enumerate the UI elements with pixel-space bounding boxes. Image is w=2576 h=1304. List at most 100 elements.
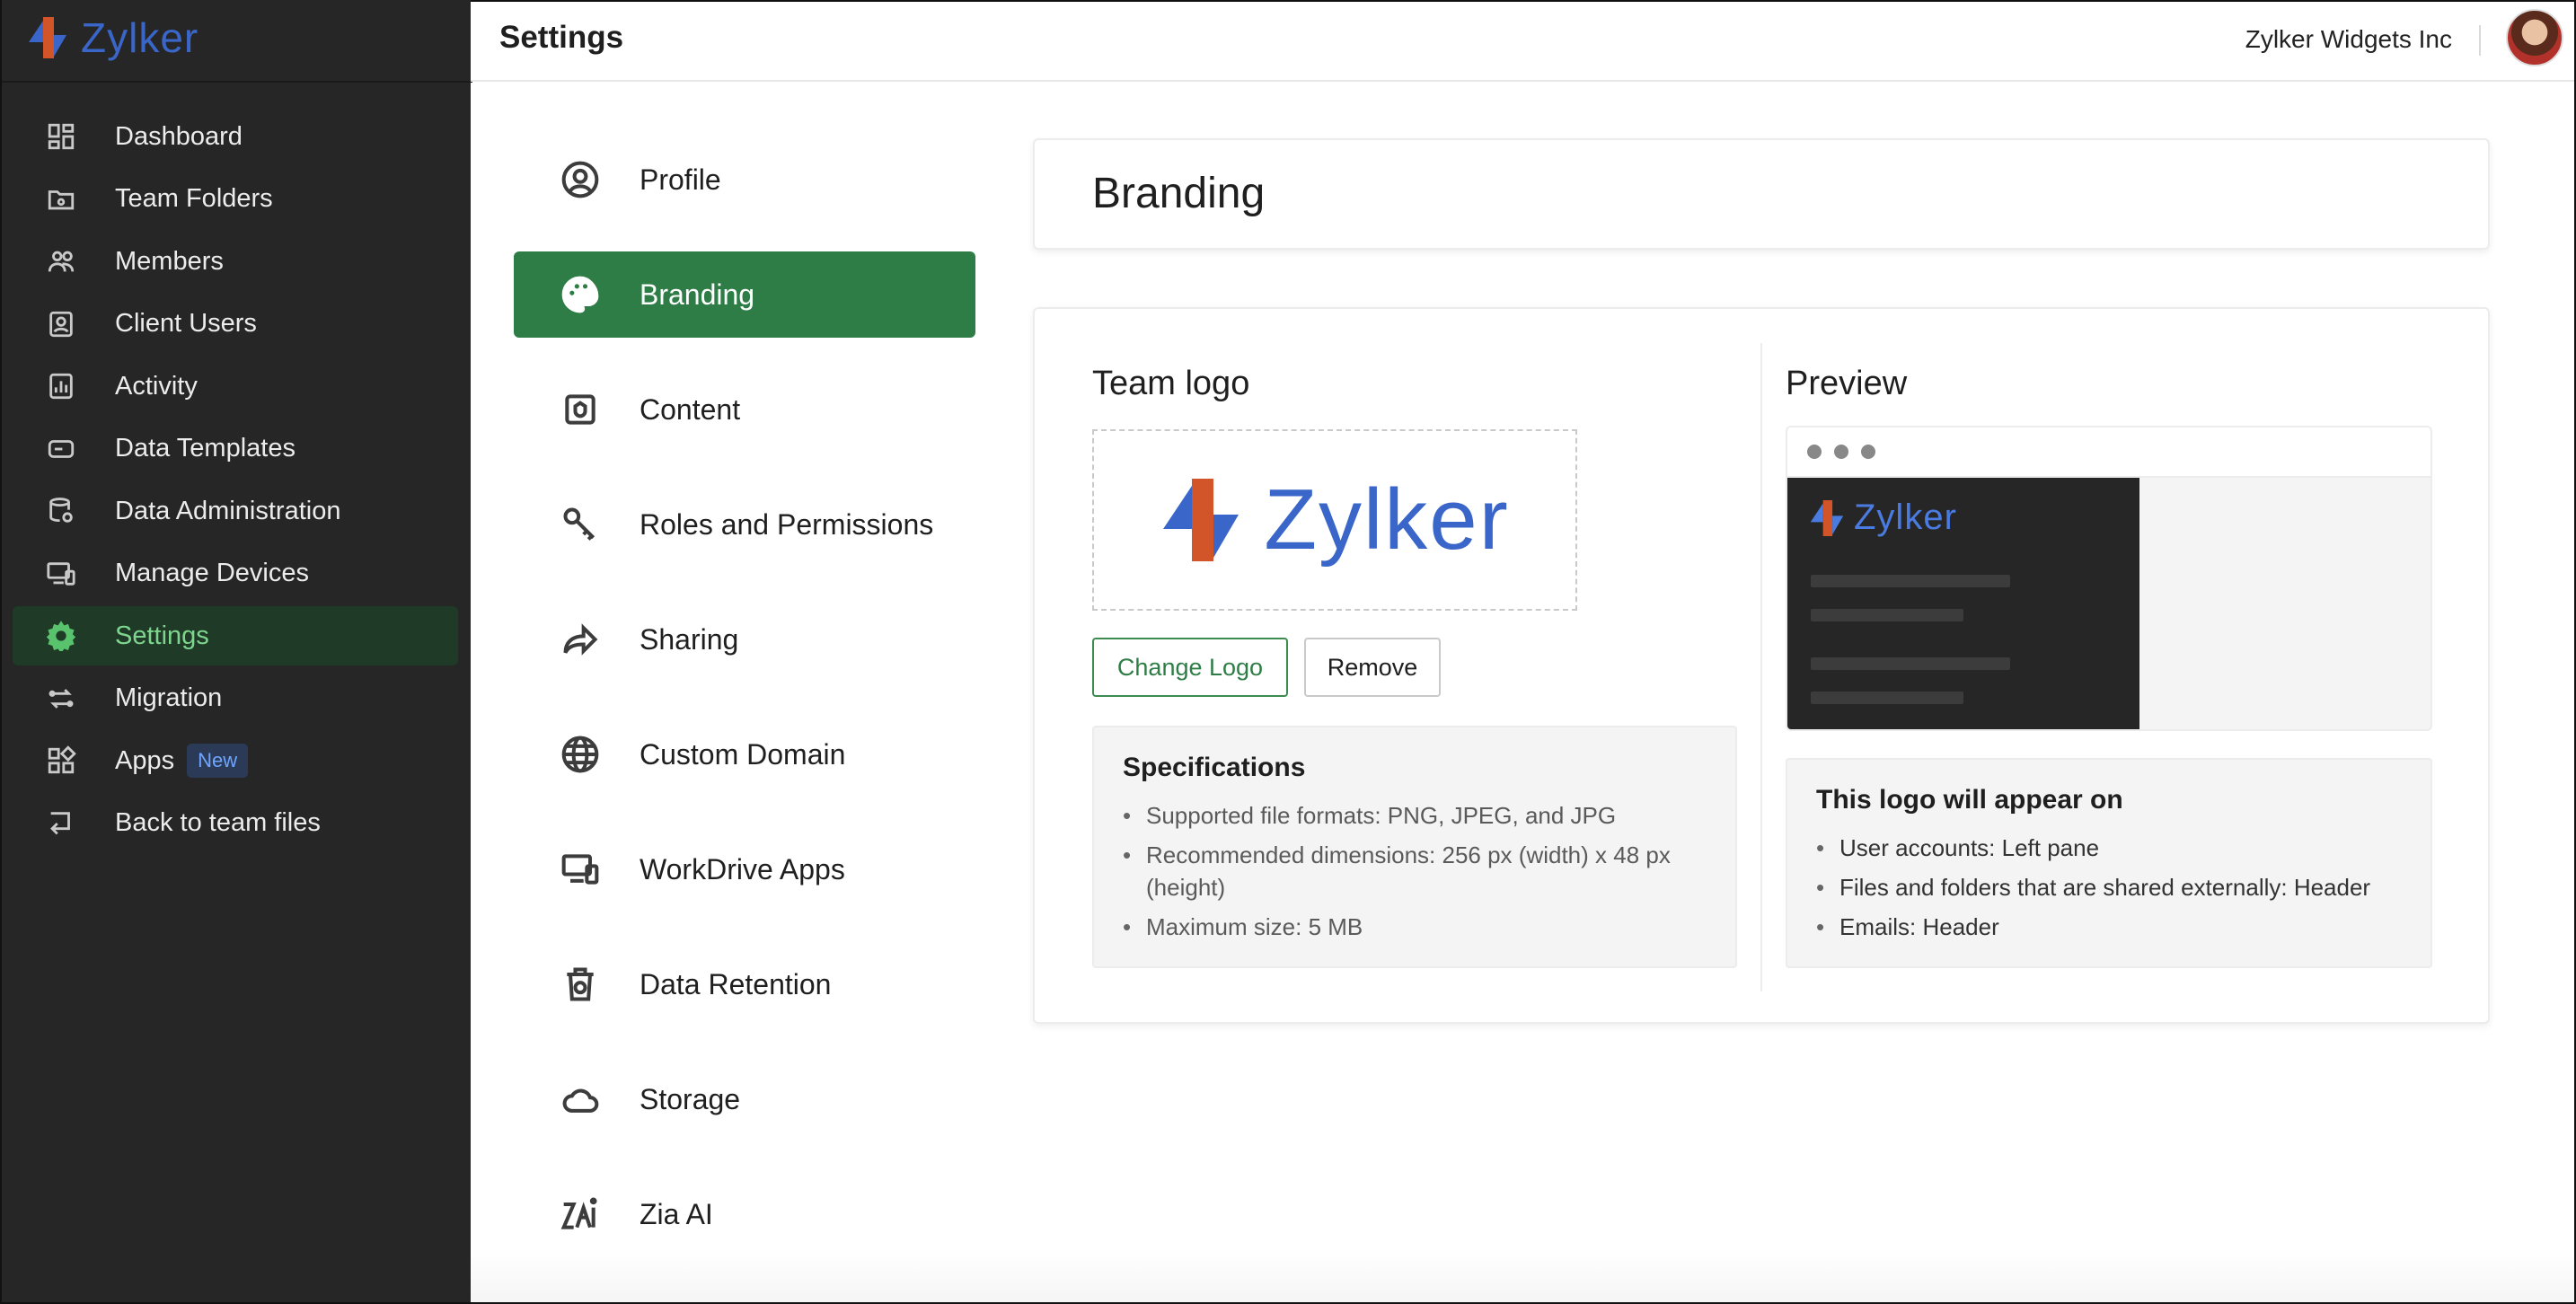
sidebar-divider: [2, 81, 472, 83]
remove-logo-button[interactable]: Remove: [1304, 638, 1441, 697]
avatar[interactable]: [2506, 9, 2563, 66]
settings-item-label: Storage: [640, 1082, 741, 1115]
logo-appears-on-box: This logo will appear on User accounts: …: [1786, 758, 2432, 968]
placeholder-bar: [1811, 575, 2010, 587]
logo-preview-window: Zylker: [1786, 426, 2432, 731]
sidebar-item-data-templates[interactable]: Data Templates: [13, 419, 458, 479]
preview-title: Preview: [1786, 365, 1908, 402]
org-switcher[interactable]: Zylker Widgets Inc: [2245, 25, 2452, 54]
client-users-icon: [45, 308, 77, 340]
team-logo-title: Team logo: [1092, 365, 1250, 402]
settings-item-content[interactable]: Content: [514, 366, 975, 453]
settings-item-label: Content: [640, 392, 741, 426]
devices-icon: [559, 848, 602, 891]
profile-icon: [559, 158, 602, 201]
settings-item-label: Data Retention: [640, 967, 832, 1000]
window-dot-icon: [1834, 445, 1848, 459]
zylker-logo-icon: [1810, 499, 1844, 536]
settings-item-data-retention[interactable]: Data Retention: [514, 941, 975, 1027]
members-icon: [45, 245, 77, 278]
team-logo-preview: Zylker: [1092, 429, 1577, 611]
team-folder-icon: [45, 183, 77, 216]
settings-item-label: Branding: [640, 278, 755, 311]
sidebar-item-members[interactable]: Members: [13, 232, 458, 291]
sidebar-item-label: Back to team files: [115, 808, 321, 837]
activity-icon: [45, 370, 77, 402]
settings-item-label: Custom Domain: [640, 737, 846, 771]
sidebar-item-migration[interactable]: Migration: [13, 669, 458, 728]
specifications-box: Specifications Supported file formats: P…: [1092, 726, 1737, 968]
settings-item-label: Sharing: [640, 622, 739, 656]
list-item: User accounts: Left pane: [1816, 832, 2402, 864]
placeholder-bar: [1811, 657, 2010, 670]
content-icon: [559, 388, 602, 431]
specifications-title: Specifications: [1123, 753, 1306, 782]
sidebar-item-label: Data Templates: [115, 434, 296, 463]
sidebar-item-label: Dashboard: [115, 121, 243, 151]
bottom-shadow: [471, 1248, 2576, 1304]
settings-item-label: WorkDrive Apps: [640, 852, 845, 885]
sidebar-item-manage-devices[interactable]: Manage Devices: [13, 544, 458, 604]
sidebar-item-label: Team Folders: [115, 184, 273, 213]
header-divider: [2479, 25, 2481, 56]
globe-icon: [559, 733, 602, 776]
sidebar-item-team-folders[interactable]: Team Folders: [13, 170, 458, 229]
trash-icon: [559, 963, 602, 1006]
window-dot-icon: [1807, 445, 1822, 459]
gear-icon: [45, 620, 77, 652]
data-administration-icon: [45, 495, 77, 527]
page-title: Settings: [499, 20, 624, 55]
sidebar-item-back-to-team-files[interactable]: Back to team files: [13, 794, 458, 853]
preview-window-titlebar: [1787, 427, 2430, 478]
sidebar-item-settings[interactable]: Settings: [13, 606, 458, 665]
sidebar-item-label: Apps: [115, 745, 175, 775]
window-dot-icon: [1861, 445, 1875, 459]
key-icon: [559, 503, 602, 546]
settings-item-branding[interactable]: Branding: [514, 251, 975, 338]
settings-item-zia-ai[interactable]: Zia AI: [514, 1171, 975, 1257]
brand-name: Zylker: [81, 14, 199, 61]
sidebar-item-label: Settings: [115, 621, 209, 650]
sidebar-item-apps[interactable]: Apps New: [13, 731, 458, 790]
settings-item-custom-domain[interactable]: Custom Domain: [514, 711, 975, 797]
settings-item-sharing[interactable]: Sharing: [514, 596, 975, 683]
sidebar-item-activity[interactable]: Activity: [13, 357, 458, 416]
settings-item-roles-and-permissions[interactable]: Roles and Permissions: [514, 481, 975, 568]
share-icon: [559, 618, 602, 661]
zia-icon: [559, 1193, 602, 1236]
brand-logo[interactable]: Zylker: [27, 13, 198, 63]
settings-item-storage[interactable]: Storage: [514, 1056, 975, 1142]
preview-logo-text: Zylker: [1854, 498, 1957, 537]
appear-list: User accounts: Left pane Files and folde…: [1816, 832, 2402, 943]
cloud-icon: [559, 1078, 602, 1121]
palette-icon: [559, 273, 602, 316]
list-item: Emails: Header: [1816, 911, 2402, 943]
logo-text: Zylker: [1264, 471, 1510, 568]
sidebar-item-client-users[interactable]: Client Users: [13, 295, 458, 354]
settings-item-label: Roles and Permissions: [640, 507, 934, 541]
settings-item-workdrive-apps[interactable]: WorkDrive Apps: [514, 826, 975, 912]
section-heading: Branding: [1092, 170, 1266, 217]
list-item: Files and folders that are shared extern…: [1816, 871, 2402, 903]
preview-left-pane: Zylker: [1787, 478, 2139, 729]
settings-menu: Profile Branding Content Roles and Permi…: [514, 137, 975, 1286]
branding-heading-card: Branding: [1033, 138, 2490, 250]
settings-item-profile[interactable]: Profile: [514, 137, 975, 223]
zylker-logo-icon: [29, 17, 66, 58]
data-templates-icon: [45, 433, 77, 465]
sidebar-item-data-administration[interactable]: Data Administration: [13, 481, 458, 541]
preview-logo: Zylker: [1809, 498, 1957, 538]
sidebar-item-label: Data Administration: [115, 496, 341, 525]
sidebar-item-label: Client Users: [115, 309, 257, 338]
zylker-logo-icon: [1163, 479, 1239, 561]
list-item: Maximum size: 5 MB: [1123, 911, 1707, 943]
app-sidebar: Zylker Dashboard Team Folders Members Cl…: [0, 0, 472, 1304]
appear-title: This logo will appear on: [1816, 785, 2123, 815]
change-logo-button[interactable]: Change Logo: [1092, 638, 1288, 697]
placeholder-bar: [1811, 692, 1963, 704]
branding-card: Team logo Zylker Change Logo Remove Spec…: [1033, 307, 2490, 1024]
specifications-list: Supported file formats: PNG, JPEG, and J…: [1123, 799, 1707, 943]
sidebar-nav: Dashboard Team Folders Members Client Us…: [13, 107, 458, 856]
sidebar-item-label: Activity: [115, 371, 198, 401]
sidebar-item-dashboard[interactable]: Dashboard: [13, 107, 458, 166]
